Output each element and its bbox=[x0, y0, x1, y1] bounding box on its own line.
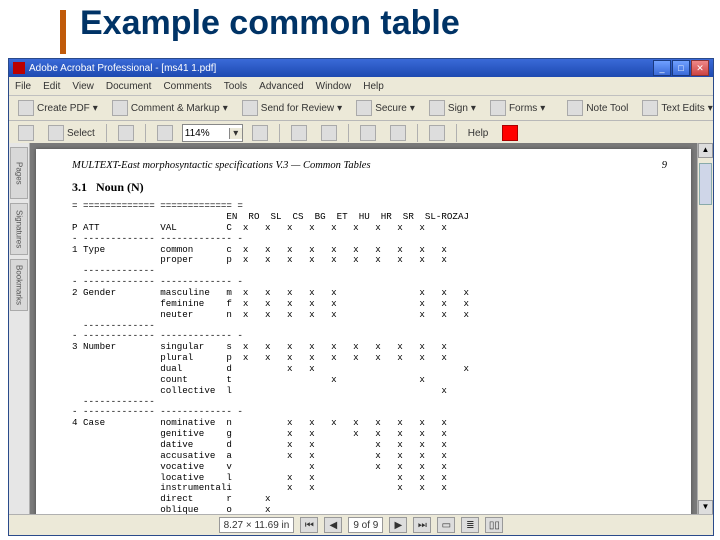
scroll-thumb[interactable] bbox=[699, 163, 712, 205]
page-number: 9 bbox=[662, 159, 667, 172]
window-title: Adobe Acrobat Professional - [ms41 1.pdf… bbox=[29, 63, 216, 74]
document-page: MULTEXT-East morphosyntactic specificati… bbox=[36, 149, 691, 515]
snapshot-button[interactable] bbox=[113, 123, 139, 143]
book-icon bbox=[429, 125, 445, 141]
maximize-button[interactable]: □ bbox=[672, 60, 690, 76]
menu-tools[interactable]: Tools bbox=[224, 81, 247, 92]
slide-title: Example common table bbox=[80, 4, 460, 43]
layout-continuous-button[interactable]: ≣ bbox=[461, 517, 479, 533]
rotate-cw-button[interactable] bbox=[385, 123, 411, 143]
morphosyntax-table: = ============= ============= = EN RO SL… bbox=[72, 201, 667, 515]
page-indicator[interactable]: 9 of 9 bbox=[348, 517, 383, 533]
running-head: MULTEXT-East morphosyntactic specificati… bbox=[72, 159, 371, 172]
text-edits-button[interactable]: Text Edits ▾ bbox=[637, 98, 713, 118]
mail-icon bbox=[242, 100, 258, 116]
zoom-out-button[interactable] bbox=[152, 123, 178, 143]
yahoo-button[interactable] bbox=[497, 123, 523, 143]
layout-facing-button[interactable]: ▯▯ bbox=[485, 517, 503, 533]
yahoo-icon bbox=[502, 125, 518, 141]
camera-icon bbox=[118, 125, 134, 141]
navigation-tabs: Pages Signatures Bookmarks bbox=[9, 143, 30, 515]
ebook-button[interactable] bbox=[424, 123, 450, 143]
menu-document[interactable]: Document bbox=[106, 81, 152, 92]
comment-icon bbox=[112, 100, 128, 116]
slide-accent-bar bbox=[60, 10, 66, 54]
hand-tool-button[interactable] bbox=[13, 123, 39, 143]
next-page-button[interactable]: ▶ bbox=[389, 517, 407, 533]
first-page-button[interactable]: ⏮ bbox=[300, 517, 318, 533]
tab-bookmarks[interactable]: Bookmarks bbox=[10, 259, 28, 311]
help-button[interactable]: Help bbox=[463, 126, 494, 141]
rotate-ccw-button[interactable] bbox=[355, 123, 381, 143]
last-page-button[interactable]: ⏭ bbox=[413, 517, 431, 533]
zoom-out-icon bbox=[157, 125, 173, 141]
send-review-button[interactable]: Send for Review ▾ bbox=[237, 98, 347, 118]
forms-icon bbox=[490, 100, 506, 116]
fit-page-button[interactable] bbox=[286, 123, 312, 143]
tab-signatures[interactable]: Signatures bbox=[10, 203, 28, 255]
zoom-input[interactable] bbox=[183, 128, 229, 139]
section-title: Noun (N) bbox=[96, 180, 144, 194]
zoom-in-icon bbox=[252, 125, 268, 141]
titlebar[interactable]: Adobe Acrobat Professional - [ms41 1.pdf… bbox=[9, 59, 713, 77]
menubar: File Edit View Document Comments Tools A… bbox=[9, 77, 713, 96]
menu-file[interactable]: File bbox=[15, 81, 31, 92]
acrobat-window: Adobe Acrobat Professional - [ms41 1.pdf… bbox=[8, 58, 714, 536]
toolbar-primary: Create PDF ▾ Comment & Markup ▾ Send for… bbox=[9, 96, 713, 121]
comment-markup-button[interactable]: Comment & Markup ▾ bbox=[107, 98, 233, 118]
fit-width-icon bbox=[321, 125, 337, 141]
chevron-down-icon[interactable]: ▾ bbox=[229, 128, 242, 139]
fit-width-button[interactable] bbox=[316, 123, 342, 143]
note-icon bbox=[567, 100, 583, 116]
vertical-scrollbar[interactable]: ▲ ▼ bbox=[697, 143, 713, 515]
menu-help[interactable]: Help bbox=[363, 81, 384, 92]
page-view[interactable]: MULTEXT-East morphosyntactic specificati… bbox=[30, 143, 697, 515]
menu-window[interactable]: Window bbox=[316, 81, 352, 92]
text-icon bbox=[642, 100, 658, 116]
lock-icon bbox=[356, 100, 372, 116]
zoom-dropdown[interactable]: ▾ bbox=[182, 124, 243, 142]
rotate-cw-icon bbox=[390, 125, 406, 141]
scroll-up-button[interactable]: ▲ bbox=[698, 143, 713, 158]
menu-edit[interactable]: Edit bbox=[43, 81, 60, 92]
pdf-icon bbox=[18, 100, 34, 116]
menu-advanced[interactable]: Advanced bbox=[259, 81, 303, 92]
acrobat-icon bbox=[13, 62, 25, 74]
minimize-button[interactable]: _ bbox=[653, 60, 671, 76]
page-size-display: 8.27 × 11.69 in bbox=[219, 517, 295, 533]
statusbar: 8.27 × 11.69 in ⏮ ◀ 9 of 9 ▶ ⏭ ▭ ≣ ▯▯ bbox=[9, 514, 713, 535]
secure-button[interactable]: Secure ▾ bbox=[351, 98, 420, 118]
select-tool-button[interactable]: Select bbox=[43, 123, 100, 143]
prev-page-button[interactable]: ◀ bbox=[324, 517, 342, 533]
tab-pages[interactable]: Pages bbox=[10, 147, 28, 199]
zoom-in-button[interactable] bbox=[247, 123, 273, 143]
forms-button[interactable]: Forms ▾ bbox=[485, 98, 550, 118]
create-pdf-button[interactable]: Create PDF ▾ bbox=[13, 98, 103, 118]
section-number: 3.1 bbox=[72, 180, 87, 194]
cursor-icon bbox=[48, 125, 64, 141]
menu-comments[interactable]: Comments bbox=[163, 81, 211, 92]
note-tool-button[interactable]: Note Tool bbox=[562, 98, 633, 118]
hand-icon bbox=[18, 125, 34, 141]
rotate-ccw-icon bbox=[360, 125, 376, 141]
layout-single-button[interactable]: ▭ bbox=[437, 517, 455, 533]
fit-page-icon bbox=[291, 125, 307, 141]
pen-icon bbox=[429, 100, 445, 116]
sign-button[interactable]: Sign ▾ bbox=[424, 98, 481, 118]
scroll-down-button[interactable]: ▼ bbox=[698, 500, 713, 515]
menu-view[interactable]: View bbox=[72, 81, 94, 92]
close-button[interactable]: ✕ bbox=[691, 60, 709, 76]
